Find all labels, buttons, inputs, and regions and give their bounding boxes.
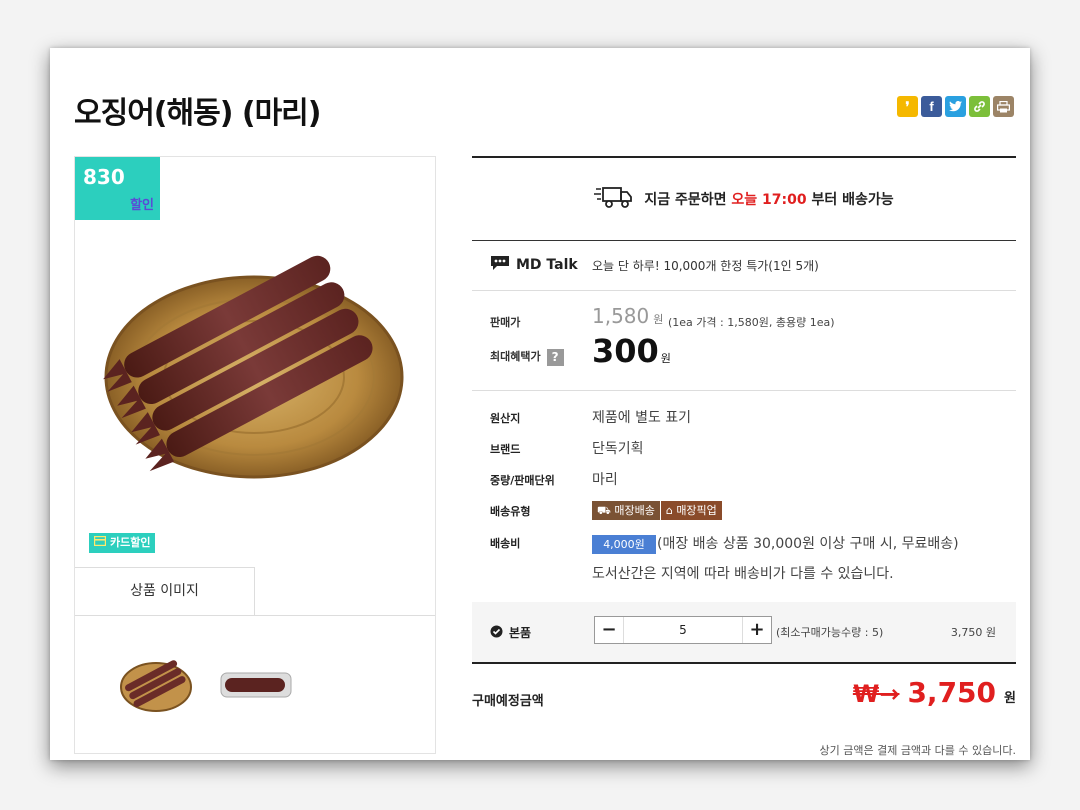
best-price-unit: 원	[660, 352, 671, 365]
shipping-deadline: 오늘 17:00	[731, 192, 807, 208]
sale-price-unit: 원	[653, 313, 664, 326]
print-icon[interactable]	[993, 96, 1014, 117]
total-label: 구매예정금액	[472, 694, 544, 709]
shipping-notice: 지금 주문하면 오늘 17:00 부터 배송가능	[472, 156, 1016, 241]
sale-price: 1,580 원	[592, 304, 663, 328]
min-quantity-note: (최소구매가능수량 : 5)	[776, 626, 884, 639]
twitter-icon[interactable]	[945, 96, 966, 117]
md-talk-text: 오늘 단 하루! 10,000개 한정 특가(1인 5개)	[592, 259, 819, 273]
decrease-button[interactable]: −	[595, 617, 623, 643]
best-price: 300 원	[592, 332, 671, 370]
link-icon[interactable]	[969, 96, 990, 117]
currency-symbol: ₩→	[852, 680, 900, 708]
quantity-stepper: − 5 +	[594, 616, 772, 644]
card-discount-label: 카드할인	[110, 536, 151, 549]
thumbnail-2[interactable]	[219, 671, 293, 699]
discount-label: 할인	[130, 198, 154, 213]
fee-note: 도서산간은 지역에 따라 배송비가 다를 수 있습니다.	[592, 566, 894, 582]
weight-label: 중량/판매단위	[490, 474, 555, 487]
check-circle-icon	[490, 625, 503, 641]
truck-icon	[594, 185, 634, 213]
fee-text: (매장 배송 상품 30,000원 이상 구매 시, 무료배송)	[657, 536, 959, 552]
fee-label: 배송비	[490, 537, 521, 550]
chat-bubble-icon	[490, 255, 510, 275]
help-icon[interactable]: ?	[546, 348, 564, 366]
best-price-label-wrap: 최대혜택가?	[490, 348, 564, 366]
sale-price-detail: (1ea 가격 : 1,580원, 총용량 1ea)	[668, 316, 835, 329]
md-talk-label: MD Talk	[516, 257, 578, 273]
store-pickup-badge: ⌂ 매장픽업	[660, 501, 722, 520]
total-amount: 3,750	[907, 676, 997, 709]
total-price: ₩→ 3,750 원	[853, 676, 1016, 709]
product-main-image[interactable]	[99, 227, 409, 527]
discount-badge: 830 할인	[75, 157, 160, 220]
option-row: 본품 − 5 + (최소구매가능수량 : 5) 3,750 원	[472, 602, 1016, 664]
share-bar: ❜ f	[897, 96, 1014, 117]
quantity-input[interactable]: 5	[623, 617, 743, 643]
option-price: 3,750 원	[950, 626, 996, 639]
option-label: 본품	[509, 626, 532, 640]
sale-price-value: 1,580	[592, 304, 650, 328]
best-price-value: 300	[592, 332, 659, 370]
shipping-suffix: 부터 배송가능	[811, 192, 894, 208]
tab-product-images[interactable]: 상품 이미지	[75, 567, 255, 615]
sale-price-label: 판매가	[490, 316, 521, 329]
md-talk-row: MD Talk 오늘 단 하루! 10,000개 한정 특가(1인 5개)	[472, 238, 1016, 291]
weight-value: 마리	[592, 472, 618, 488]
card-discount-tag: 카드할인	[89, 533, 156, 553]
price-section: 판매가 1,580 원 (1ea 가격 : 1,580원, 총용량 1ea) 최대…	[472, 290, 1016, 391]
origin-label: 원산지	[490, 412, 521, 425]
brand-label: 브랜드	[490, 443, 521, 456]
credit-card-icon	[94, 533, 107, 553]
increase-button[interactable]: +	[743, 617, 771, 643]
facebook-icon[interactable]: f	[921, 96, 942, 117]
origin-value: 제품에 별도 표기	[592, 410, 692, 426]
product-image-panel: 830 할인 카드할인 상품 이미지	[74, 156, 436, 754]
store-delivery-badge: ⛟ 매장배송	[592, 501, 660, 520]
product-detail-card: 오징어(해동) (마리) ❜ f 830 할인 카드할인 상품 이미지 지금 주…	[50, 48, 1030, 760]
delivery-badges: ⛟ 매장배송 ⌂ 매장픽업	[592, 501, 723, 520]
thumbnail-1[interactable]	[119, 657, 193, 713]
fee-line: 4,000원 (매장 배송 상품 30,000원 이상 구매 시, 무료배송)	[592, 533, 959, 554]
spec-section: 원산지 제품에 별도 표기 브랜드 단독기획 중량/판매단위 마리 배송유형 ⛟…	[472, 390, 1016, 603]
total-unit: 원	[1004, 691, 1016, 706]
image-tabbar: 상품 이미지	[75, 567, 435, 616]
fee-badge: 4,000원	[592, 534, 656, 554]
page-title: 오징어(해동) (마리)	[74, 96, 321, 131]
discount-number: 830	[83, 165, 125, 189]
delivery-type-label: 배송유형	[490, 505, 531, 518]
best-price-label: 최대혜택가	[490, 350, 541, 363]
kakao-icon[interactable]: ❜	[897, 96, 918, 117]
brand-value: 단독기획	[592, 441, 644, 457]
total-note: 상기 금액은 결제 금액과 다를 수 있습니다.	[819, 744, 1016, 757]
shipping-prefix: 지금 주문하면	[644, 192, 727, 208]
